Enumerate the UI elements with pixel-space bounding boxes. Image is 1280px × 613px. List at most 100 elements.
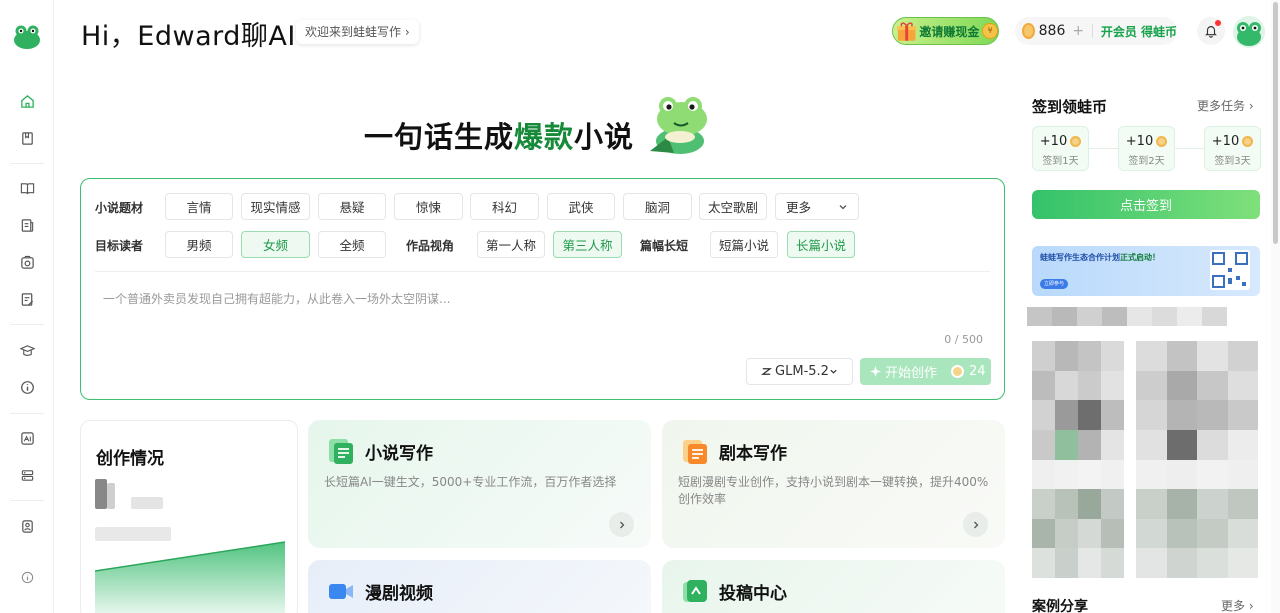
help-info-icon[interactable] (18, 568, 36, 586)
start-writing-button[interactable]: 开始创作 24 (860, 358, 991, 385)
more-tasks-link[interactable]: 更多任务 › (1197, 97, 1254, 114)
length-chip-short[interactable]: 短篇小说 (710, 231, 778, 258)
case-share-title: 案例分享 (1032, 599, 1088, 613)
checkin-title: 签到领蛙币 (1032, 98, 1108, 116)
invite-label: 邀请赚现金 (919, 24, 980, 39)
reader-chip-all[interactable]: 全频 (318, 231, 386, 258)
genre-chip-mystery[interactable]: 悬疑 (318, 193, 386, 220)
reader-chip-male[interactable]: 男频 (165, 231, 233, 258)
drama-video-title: 漫剧视频 (365, 584, 433, 604)
chevron-down-icon (839, 204, 847, 209)
user-card-icon[interactable] (18, 517, 36, 535)
layers-icon[interactable] (18, 466, 36, 484)
notification-bell-icon[interactable] (1197, 17, 1225, 45)
graduation-cap-icon[interactable] (18, 341, 36, 359)
checkin-day-3: +10 签到3天 (1204, 126, 1261, 171)
novel-writing-desc: 长短篇AI一键生文，5000+专业工作流，百万作者选择 (324, 475, 617, 489)
genre-chip-wuxia[interactable]: 武侠 (547, 193, 615, 220)
open-book-icon[interactable] (18, 179, 36, 197)
frog-logo[interactable] (13, 24, 41, 50)
length-chip-long[interactable]: 长篇小说 (787, 231, 855, 258)
video-camera-icon (329, 584, 353, 599)
model-name: GLM-5.2 (775, 364, 829, 379)
checkin-day-1: +10 签到1天 (1032, 126, 1089, 171)
story-prompt-input[interactable]: 一个普通外卖员发现自己拥有超能力，从此卷入一场外太空阴谋... (103, 290, 450, 307)
divider (95, 271, 990, 272)
chevron-right-icon[interactable] (963, 512, 988, 537)
greeting-title: Hi，Edward聊AI (81, 21, 296, 52)
chevron-down-icon (830, 369, 837, 374)
genre-label: 小说题材 (95, 201, 144, 215)
genre-chip-brainhole[interactable]: 脑洞 (623, 193, 692, 220)
model-selector[interactable]: GLM-5.2 (746, 358, 853, 385)
banner-join-button[interactable]: 立即参与 (1040, 279, 1068, 289)
chevron-right-icon[interactable] (609, 512, 634, 537)
edit-document-icon[interactable] (18, 290, 36, 308)
camera-icon[interactable] (18, 253, 36, 271)
blurred-content (1027, 307, 1227, 326)
reader-chip-female[interactable]: 女频 (241, 231, 310, 258)
coin-icon (951, 365, 965, 378)
app-window: Hi，Edward聊AI 欢迎来到蛙蛙写作 › 邀请赚现金 ¥ 886 + 开会… (0, 0, 1280, 613)
submission-center-title: 投稿中心 (719, 584, 787, 604)
info-circle-icon[interactable] (18, 378, 36, 396)
coin-icon (1070, 136, 1082, 147)
submission-icon (683, 580, 707, 602)
pov-chip-first-person[interactable]: 第一人称 (477, 231, 545, 258)
ai-tools-icon[interactable] (18, 429, 36, 447)
genre-chip-thriller[interactable]: 惊悚 (394, 193, 463, 220)
page-scrollbar-thumb[interactable] (1273, 2, 1278, 244)
coin-icon (1242, 136, 1254, 147)
checkin-day-label: 签到1天 (1042, 156, 1079, 167)
script-writing-title: 剧本写作 (719, 444, 787, 464)
script-writing-card[interactable]: 剧本写作 短剧漫剧专业创作，支持小说到剧本一键转换，提升400%创作效率 (662, 420, 1005, 548)
welcome-link[interactable]: 欢迎来到蛙蛙写作 › (296, 20, 419, 44)
script-writing-desc: 短剧漫剧专业创作，支持小说到剧本一键转换，提升400%创作效率 (678, 475, 989, 506)
length-label: 篇幅长短 (640, 239, 689, 253)
blurred-stat (107, 483, 115, 509)
more-label: 更多 (786, 200, 812, 215)
notification-dot (1215, 20, 1221, 26)
checkin-day-label: 签到3天 (1214, 156, 1251, 167)
frog-mascot-icon (650, 97, 707, 154)
stats-area-chart (95, 541, 285, 613)
checkin-day-label: 签到2天 (1128, 156, 1165, 167)
novel-writing-card[interactable]: 小说写作 长短篇AI一键生文，5000+专业工作流，百万作者选择 (308, 420, 651, 548)
home-icon[interactable] (18, 92, 36, 110)
qr-code-icon (1210, 250, 1250, 290)
hero-title: 一句话生成爆款小说 (364, 114, 634, 156)
coin-icon (1156, 136, 1168, 147)
novel-writing-title: 小说写作 (365, 444, 433, 464)
invite-earn-button[interactable]: 邀请赚现金 ¥ (892, 17, 999, 45)
genre-chip-space-opera[interactable]: 太空歌剧 (699, 193, 767, 220)
ecosystem-banner[interactable]: 蛙蛙写作生态合作计划正式启动！ 立即参与 (1032, 246, 1260, 296)
book-icon[interactable] (18, 129, 36, 147)
creation-stats-title: 创作情况 (96, 449, 164, 469)
add-coins-button[interactable]: + (1072, 23, 1084, 39)
checkin-amount: +10 (1211, 134, 1240, 149)
start-label: 开始创作 (885, 366, 938, 381)
vip-button[interactable]: 开会员 得蛙币 (1101, 23, 1177, 40)
char-counter: 0 / 500 (944, 333, 983, 346)
start-cost: 24 (969, 364, 986, 379)
checkin-amount: +10 (1039, 134, 1068, 149)
checkin-button[interactable]: 点击签到 (1032, 190, 1260, 219)
genre-chip-scifi[interactable]: 科幻 (470, 193, 539, 220)
submission-center-card[interactable]: 投稿中心 (662, 560, 1005, 613)
blurred-case-image (1136, 341, 1258, 578)
coin-icon: ¥ (982, 23, 998, 39)
pov-label: 作品视角 (406, 239, 455, 253)
genre-chip-romance[interactable]: 言情 (165, 193, 233, 220)
genre-chip-realistic[interactable]: 现实情感 (241, 193, 310, 220)
genre-more-dropdown[interactable]: 更多 (775, 193, 859, 220)
checkin-amount: +10 (1125, 134, 1154, 149)
reader-label: 目标读者 (95, 239, 144, 253)
case-share-more-link[interactable]: 更多 › (1221, 597, 1254, 613)
drama-video-card[interactable]: 漫剧视频 (308, 560, 651, 613)
frog-coin-icon (1022, 23, 1035, 39)
script-icon[interactable] (18, 216, 36, 234)
avatar[interactable] (1233, 16, 1265, 48)
blurred-stat (95, 479, 107, 509)
blurred-stat (131, 497, 163, 509)
pov-chip-third-person[interactable]: 第三人称 (553, 231, 622, 258)
